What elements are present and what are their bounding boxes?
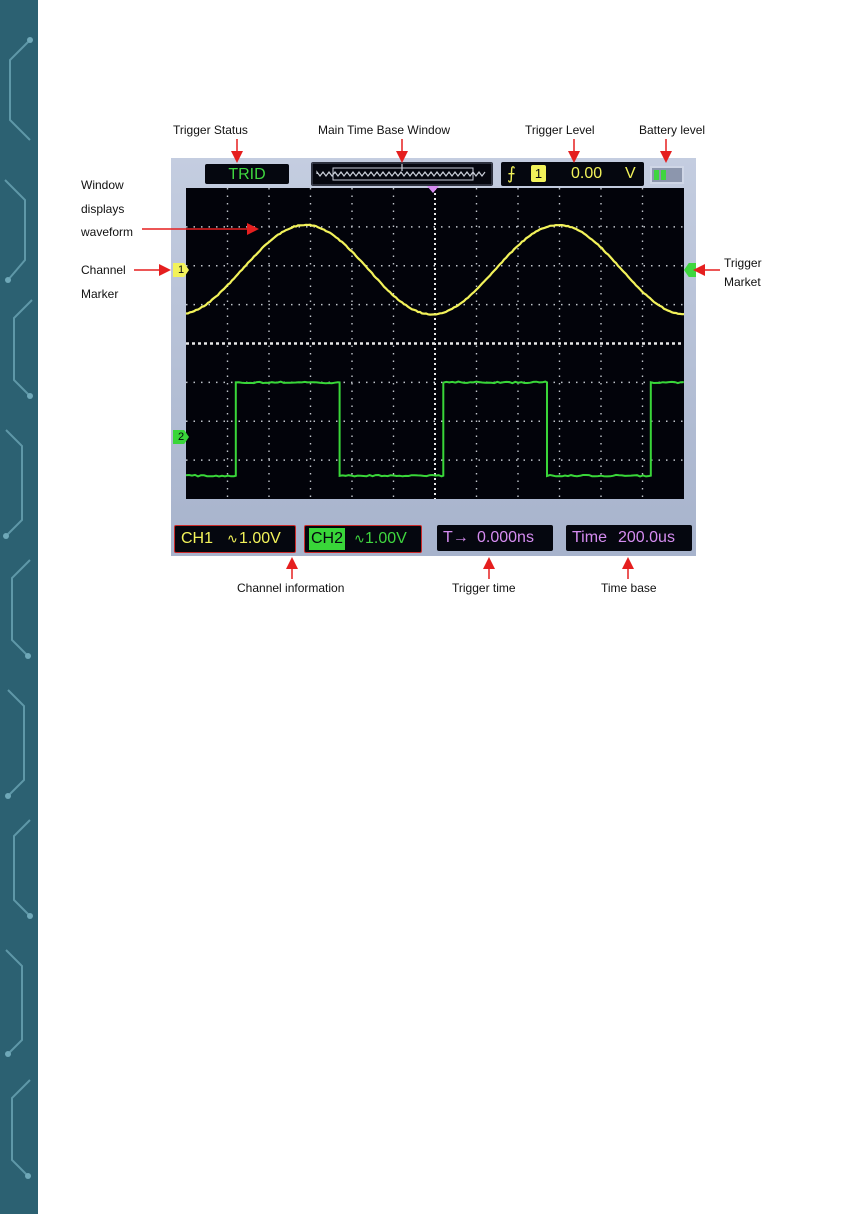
annotation-arrows <box>0 0 863 1214</box>
